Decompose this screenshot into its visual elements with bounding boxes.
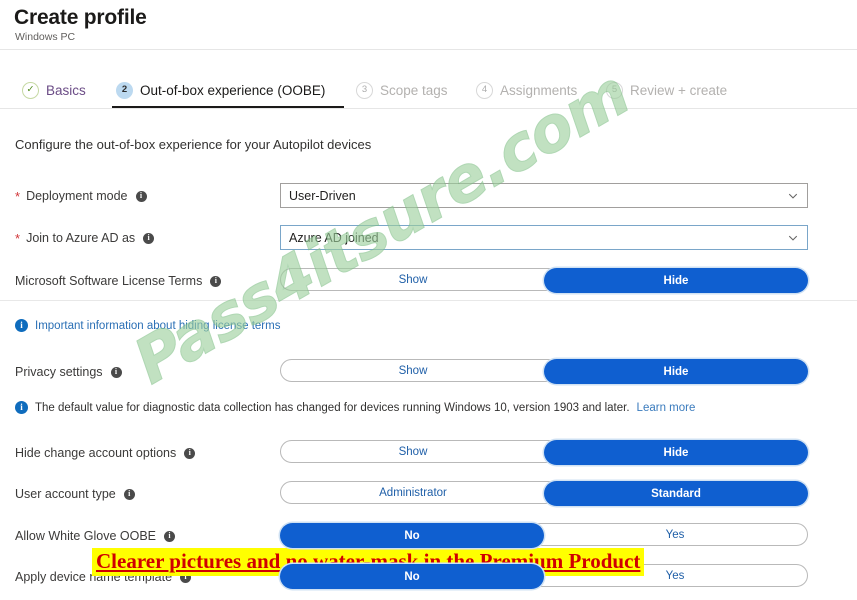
toggle-option-left[interactable]: Administrator [281,482,545,503]
tab-basics[interactable]: ✓ Basics [18,72,110,108]
toggle-microsoft-software-license-terms[interactable]: Show Hide [280,268,808,293]
toggle-option-right[interactable]: Hide [544,440,808,465]
tab-badge-icon: ✓ [22,81,39,99]
tab-badge-icon: 5 [606,81,623,99]
header-divider [0,49,857,50]
required-asterisk: * [15,188,21,204]
tab-label: Review + create [630,82,728,98]
field-label: * Join to Azure AD as i [15,225,155,251]
tab-out-of-box-experience-oobe[interactable]: 2 Out-of-box experience (OOBE) [112,72,344,108]
tabbar-divider [0,108,857,109]
toggle-option-right[interactable]: Standard [544,481,808,506]
tab-badge-icon: 4 [476,81,493,99]
tab-label: Assignments [500,82,578,98]
tab-badge-icon: 3 [356,81,373,99]
toggle-option-left[interactable]: No [280,523,544,548]
field-label: User account type i [15,481,135,507]
toggle-option-left[interactable]: No [280,564,544,589]
toggle-option-right[interactable]: Yes [543,565,807,586]
form-row-user-account-type: User account type i Administrator Standard [0,481,857,507]
form-row-microsoft-software-license-terms: Microsoft Software License Terms i Show Hid… [0,268,857,294]
dropdown-value: User-Driven [289,188,356,203]
toggle-option-left[interactable]: Show [281,441,545,462]
info-icon[interactable]: i [180,571,192,583]
toggle-option-right[interactable]: Hide [544,359,808,384]
info-icon: i [15,401,28,414]
field-label: Microsoft Software License Terms i [15,268,222,294]
learn-more-link[interactable]: Learn more [637,402,696,414]
info-icon[interactable]: i [135,190,147,202]
toggle-option-left[interactable]: Show [281,269,545,290]
dropdown-value: Azure AD joined [289,230,379,245]
field-label: Apply device name template i [15,564,192,590]
required-asterisk: * [15,230,21,246]
form-row-privacy-settings: Privacy settings i Show Hide [0,359,857,385]
page-subtitle: Windows PC [15,31,76,43]
form-row-join-to-azure-ad-as: * Join to Azure AD as i Azure AD joined [0,225,857,251]
tab-label: Out-of-box experience (OOBE) [140,82,326,98]
tab-label: Basics [46,82,86,98]
info-icon: i [15,319,28,332]
label-text: Join to Azure AD as [26,231,136,245]
tab-review-create[interactable]: 5 Review + create [602,72,750,108]
info-icon[interactable]: i [110,366,122,378]
field-label: Privacy settings i [15,359,122,385]
form-row-hide-change-account-options: Hide change account options i Show Hide [0,440,857,466]
dropdown-deployment-mode[interactable]: User-Driven [280,183,808,208]
toggle-option-right[interactable]: Yes [543,524,807,545]
info-icon[interactable]: i [143,232,155,244]
info-icon[interactable]: i [210,275,222,287]
tab-assignments[interactable]: 4 Assignments [472,72,597,108]
toggle-allow-white-glove-oobe[interactable]: No Yes [280,523,808,548]
notice-text: The default value for diagnostic data co… [35,401,630,414]
form-row-allow-white-glove-oobe: Allow White Glove OOBE i No Yes [0,523,857,549]
toggle-option-right[interactable]: Hide [544,268,808,293]
toggle-apply-device-name-template[interactable]: No Yes [280,564,808,589]
tab-label: Scope tags [380,82,448,98]
wizard-tabbar: ✓ Basics 2 Out-of-box experience (OOBE) 3 Sco… [0,72,857,110]
section-description: Configure the out-of-box experience for … [15,137,372,152]
info-icon[interactable]: i [123,488,135,500]
label-text: Microsoft Software License Terms [15,274,203,288]
toggle-option-left[interactable]: Show [281,360,545,381]
info-notice: i The default value for diagnostic data c… [15,401,695,414]
form-row-apply-device-name-template: Apply device name template i No Yes [0,564,857,590]
chevron-down-icon [788,193,798,199]
tab-badge-icon: 2 [116,81,133,99]
info-icon[interactable]: i [184,447,196,459]
toggle-privacy-settings[interactable]: Show Hide [280,359,808,384]
label-text: Hide change account options [15,446,177,460]
label-text: User account type [15,487,116,501]
tab-scope-tags[interactable]: 3 Scope tags [352,72,466,108]
label-text: Deployment mode [26,189,128,203]
field-label: * Deployment mode i [15,183,147,209]
label-text: Privacy settings [15,365,103,379]
notice-text[interactable]: Important information about hiding licen… [35,320,280,332]
field-label: Hide change account options i [15,440,196,466]
page-title: Create profile [14,6,147,29]
field-label: Allow White Glove OOBE i [15,523,176,549]
form-row-deployment-mode: * Deployment mode i User-Driven [0,183,857,209]
label-text: Apply device name template [15,570,173,584]
page-header: Create profile Windows PC [0,0,857,50]
toggle-hide-change-account-options[interactable]: Show Hide [280,440,808,465]
section-divider [0,300,857,301]
info-icon[interactable]: i [164,530,176,542]
info-notice: i Important information about hiding lice… [15,319,280,332]
label-text: Allow White Glove OOBE [15,529,157,543]
chevron-down-icon [788,235,798,241]
toggle-user-account-type[interactable]: Administrator Standard [280,481,808,506]
dropdown-join-to-azure-ad-as[interactable]: Azure AD joined [280,225,808,250]
